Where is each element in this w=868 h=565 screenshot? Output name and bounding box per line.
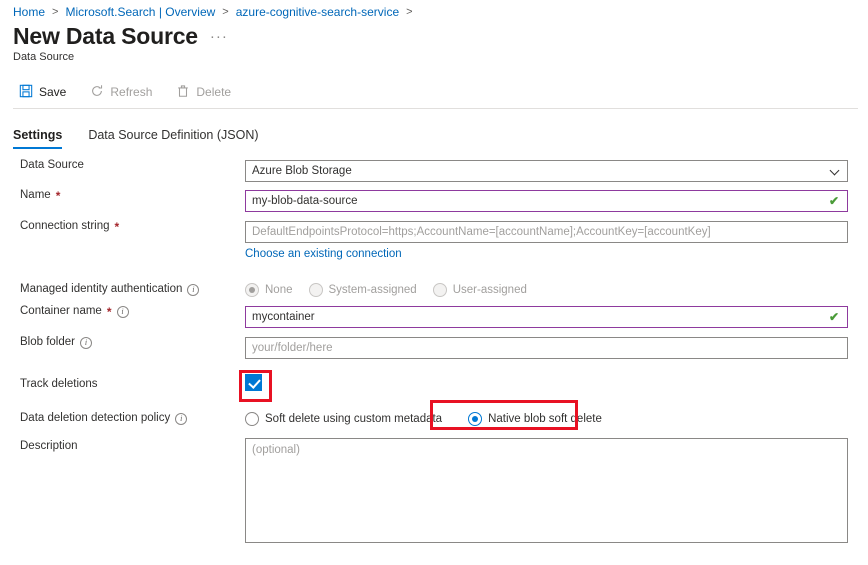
container-name-label: Container name	[20, 305, 102, 318]
data-source-select[interactable]: Azure Blob Storage	[245, 160, 848, 182]
save-button-label: Save	[39, 85, 67, 99]
breadcrumb: Home > Microsoft.Search | Overview > azu…	[13, 5, 420, 19]
toolbar-divider	[13, 108, 858, 109]
tab-list: Settings Data Source Definition (JSON)	[13, 128, 259, 149]
deletion-policy-option-soft-delete-custom-metadata[interactable]: Soft delete using custom metadata	[245, 412, 442, 426]
managed-identity-label-wrap: Managed identity authentication i	[0, 282, 245, 296]
breadcrumb-item-search-service[interactable]: azure-cognitive-search-service	[236, 5, 399, 19]
delete-button-label: Delete	[196, 85, 232, 99]
blob-folder-placeholder: your/folder/here	[252, 342, 333, 354]
tab-data-source-definition-json[interactable]: Data Source Definition (JSON)	[88, 128, 258, 149]
field-row-blob-folder: Blob folder i your/folder/here	[0, 337, 868, 369]
container-name-required-indicator: *	[106, 305, 112, 319]
refresh-icon	[90, 84, 104, 101]
page-header: New Data Source ···	[13, 25, 228, 48]
field-row-description: Description (optional)	[0, 438, 868, 553]
trash-icon	[176, 84, 190, 101]
valid-check-icon: ✔	[828, 310, 839, 324]
deletion-policy-label-wrap: Data deletion detection policy i	[0, 413, 245, 425]
track-deletions-label-wrap: Track deletions	[0, 377, 245, 391]
info-icon[interactable]: i	[116, 306, 129, 318]
name-label-wrap: Name *	[0, 190, 245, 202]
deletion-policy-option-native-blob-soft-delete-label: Native blob soft delete	[488, 413, 602, 425]
delete-button[interactable]: Delete	[174, 80, 241, 105]
connection-string-input[interactable]: DefaultEndpointsProtocol=https;AccountNa…	[245, 221, 848, 243]
save-icon	[19, 84, 33, 101]
save-button[interactable]: Save	[17, 80, 76, 105]
breadcrumb-separator-icon: >	[406, 6, 413, 18]
blob-folder-label: Blob folder	[20, 336, 75, 349]
managed-identity-option-none-label: None	[265, 283, 293, 296]
command-bar: Save Refresh Delete	[0, 75, 868, 109]
blob-folder-label-wrap: Blob folder i	[0, 337, 245, 349]
radio-icon	[245, 282, 259, 297]
radio-icon	[432, 282, 447, 297]
track-deletions-checkbox[interactable]	[245, 373, 262, 391]
info-icon[interactable]: i	[79, 337, 92, 349]
tab-settings[interactable]: Settings	[13, 128, 63, 149]
connection-string-label: Connection string	[20, 220, 110, 233]
name-label: Name	[20, 189, 51, 202]
deletion-policy-label: Data deletion detection policy	[20, 412, 171, 425]
data-source-form: Data Source Azure Blob Storage Name * my…	[0, 159, 868, 553]
chevron-down-icon	[831, 167, 839, 175]
info-icon[interactable]: i	[187, 283, 200, 296]
valid-check-icon: ✔	[828, 194, 839, 208]
breadcrumb-item-home[interactable]: Home	[13, 5, 45, 19]
description-placeholder: (optional)	[252, 444, 300, 456]
radio-icon	[308, 282, 323, 297]
name-input[interactable]: my-blob-data-source ✔	[245, 190, 848, 212]
more-options-icon[interactable]: ···	[210, 28, 228, 48]
connection-string-label-wrap: Connection string *	[0, 221, 245, 233]
page-title: New Data Source	[13, 23, 198, 49]
name-required-indicator: *	[55, 189, 61, 203]
field-row-name: Name * my-blob-data-source ✔	[0, 190, 868, 221]
description-textarea[interactable]: (optional)	[245, 438, 848, 543]
name-input-value: my-blob-data-source	[252, 195, 358, 207]
data-source-select-value: Azure Blob Storage	[252, 165, 352, 177]
deletion-policy-radio-group: Soft delete using custom metadata Native…	[245, 410, 848, 428]
field-row-connection-string: Connection string * DefaultEndpointsProt…	[0, 221, 868, 273]
field-row-track-deletions: Track deletions	[0, 369, 868, 400]
track-deletions-label: Track deletions	[20, 377, 98, 390]
breadcrumb-separator-icon: >	[52, 6, 59, 18]
managed-identity-option-user-assigned-label: User-assigned	[452, 283, 527, 296]
managed-identity-option-system-assigned[interactable]: System-assigned	[308, 282, 417, 297]
radio-icon	[245, 412, 259, 426]
connection-string-required-indicator: *	[114, 220, 120, 234]
choose-existing-connection-link[interactable]: Choose an existing connection	[245, 248, 402, 260]
managed-identity-option-user-assigned[interactable]: User-assigned	[432, 282, 527, 297]
refresh-button[interactable]: Refresh	[88, 80, 162, 105]
info-icon[interactable]: i	[175, 413, 188, 425]
managed-identity-radio-group: None System-assigned User-assigned	[245, 282, 848, 297]
container-name-label-wrap: Container name * i	[0, 306, 245, 318]
field-row-data-source: Data Source Azure Blob Storage	[0, 159, 868, 190]
managed-identity-option-system-assigned-label: System-assigned	[328, 283, 417, 296]
deletion-policy-option-soft-delete-custom-metadata-label: Soft delete using custom metadata	[265, 413, 443, 425]
container-name-input[interactable]: mycontainer ✔	[245, 306, 848, 328]
page-subtitle: Data Source	[13, 51, 75, 63]
radio-icon	[468, 412, 483, 426]
blob-folder-input[interactable]: your/folder/here	[245, 337, 848, 359]
refresh-button-label: Refresh	[110, 85, 153, 99]
field-row-deletion-policy: Data deletion detection policy i Soft de…	[0, 400, 868, 438]
managed-identity-option-none[interactable]: None	[245, 282, 293, 297]
container-name-input-value: mycontainer	[252, 311, 315, 323]
managed-identity-label: Managed identity authentication	[20, 282, 183, 295]
description-label: Description	[20, 440, 78, 452]
deletion-policy-option-native-blob-soft-delete[interactable]: Native blob soft delete	[464, 410, 607, 428]
breadcrumb-item-microsoft-search-overview[interactable]: Microsoft.Search | Overview	[65, 5, 215, 19]
breadcrumb-separator-icon: >	[222, 6, 229, 18]
connection-string-placeholder: DefaultEndpointsProtocol=https;AccountNa…	[252, 226, 711, 238]
data-source-label-wrap: Data Source	[0, 159, 245, 172]
field-row-container-name: Container name * i mycontainer ✔	[0, 306, 868, 337]
data-source-label: Data Source	[20, 159, 84, 171]
field-row-managed-identity: Managed identity authentication i None S…	[0, 273, 868, 306]
description-label-wrap: Description	[0, 438, 245, 453]
